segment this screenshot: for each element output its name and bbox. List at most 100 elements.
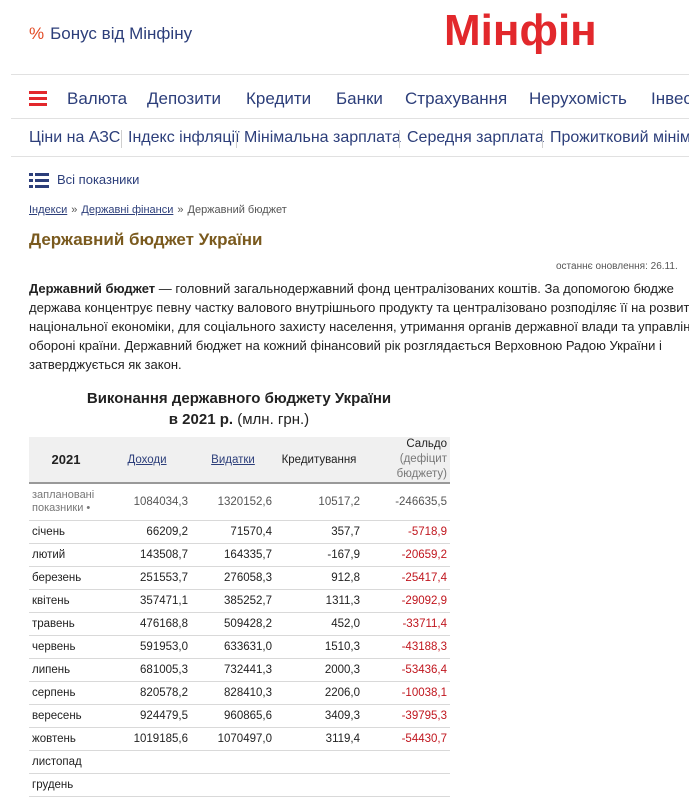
credit-cell: 1311,3: [275, 589, 363, 613]
saldo-cell: -10038,1: [363, 681, 450, 705]
nav-item-real-estate[interactable]: Нерухомість: [529, 89, 627, 109]
divider: [11, 118, 689, 119]
credit-cell: 3409,3: [275, 704, 363, 728]
credit-cell: 2206,0: [275, 681, 363, 705]
saldo-cell: -29092,9: [363, 589, 450, 613]
nav-item-credits[interactable]: Кредити: [246, 89, 311, 109]
breadcrumb: Індекси» Державні фінанси» Державний бюдже…: [29, 204, 287, 216]
saldo-cell: -25417,4: [363, 566, 450, 590]
credit-cell: [275, 750, 363, 774]
month-cell: грудень: [29, 773, 103, 797]
income-cell: 476168,8: [103, 612, 191, 636]
expenses-cell: [191, 773, 275, 797]
description-term: Державний бюджет: [29, 281, 156, 296]
site-logo[interactable]: Мінфін: [444, 6, 597, 56]
saldo-cell: -5718,9: [363, 520, 450, 544]
table-row: жовтень 1019185,6 1070497,0 3119,4 -54430,7: [29, 727, 450, 751]
caption-line1: Виконання державного бюджету України: [86, 390, 392, 407]
nav-item-avg-salary[interactable]: Середня зарплата: [407, 129, 544, 147]
nav-divider: [236, 130, 237, 148]
table-caption: Виконання державного бюджету України в 2…: [29, 388, 449, 430]
plan-expenses: 1320152,6: [191, 483, 275, 521]
expenses-cell: 732441,3: [191, 658, 275, 682]
credit-cell: 1510,3: [275, 635, 363, 659]
bonus-label: Бонус від Мінфіну: [50, 24, 193, 43]
table-row: березень 251553,7 276058,3 912,8 -25417,4: [29, 566, 450, 590]
saldo-cell: [363, 750, 450, 774]
income-cell: [103, 773, 191, 797]
table-row: серпень 820578,2 828410,3 2206,0 -10038,1: [29, 681, 450, 705]
table-row: червень 591953,0 633631,0 1510,3 -43188,3: [29, 635, 450, 659]
sort-income-link[interactable]: Доходи: [127, 454, 166, 466]
month-cell: лютий: [29, 543, 103, 567]
expenses-cell: 960865,6: [191, 704, 275, 728]
percent-icon: %: [29, 24, 45, 43]
income-cell: 681005,3: [103, 658, 191, 682]
plan-saldo: -246635,5: [363, 483, 450, 521]
month-cell: квітень: [29, 589, 103, 613]
page-title: Державний бюджет України: [29, 230, 263, 249]
expenses-cell: 385252,7: [191, 589, 275, 613]
caption-unit: (млн. грн.): [237, 411, 310, 428]
credit-cell: -167,9: [275, 543, 363, 567]
breadcrumb-indices[interactable]: Індекси: [29, 204, 67, 216]
divider: [11, 74, 689, 75]
table-row: травень 476168,8 509428,2 452,0 -33711,4: [29, 612, 450, 636]
saldo-cell: -53436,4: [363, 658, 450, 682]
table-row: вересень 924479,5 960865,6 3409,3 -39795,3: [29, 704, 450, 728]
sort-expenses-link[interactable]: Видатки: [211, 454, 255, 466]
nav-item-insurance[interactable]: Страхування: [405, 89, 507, 109]
expenses-cell: 1070497,0: [191, 727, 275, 751]
all-indicators-link[interactable]: Всі показники: [29, 172, 139, 189]
nav-item-inflation[interactable]: Індекс інфляції: [128, 129, 240, 147]
credit-cell: 2000,3: [275, 658, 363, 682]
month-cell: січень: [29, 520, 103, 544]
description: Державний бюджет — головний загальнодерж…: [29, 281, 689, 372]
income-cell: 143508,7: [103, 543, 191, 567]
income-cell: 357471,1: [103, 589, 191, 613]
bonus-link[interactable]: % Бонус від Мінфіну: [29, 24, 192, 44]
secondary-nav: Ціни на АЗС Індекс інфляції Мінімальна з…: [0, 120, 689, 156]
table-header-row: 2021 Доходи Видатки Кредитування Сальдо(…: [29, 437, 450, 484]
header-expenses: Видатки: [191, 437, 275, 484]
nav-item-subsistence[interactable]: Прожитковий мінім: [550, 129, 689, 147]
credit-cell: 357,7: [275, 520, 363, 544]
last-updated: останнє оновлення: 26.11.: [556, 261, 678, 272]
table-row: липень 681005,3 732441,3 2000,3 -53436,4: [29, 658, 450, 682]
header-income: Доходи: [103, 437, 191, 484]
nav-item-fuel-prices[interactable]: Ціни на АЗС: [29, 129, 120, 147]
income-cell: 591953,0: [103, 635, 191, 659]
nav-item-investments[interactable]: Інвес: [651, 89, 689, 109]
table-row: листопад: [29, 750, 450, 774]
saldo-cell: -39795,3: [363, 704, 450, 728]
breadcrumb-state-finance[interactable]: Державні фінанси: [81, 204, 173, 216]
nav-item-min-salary[interactable]: Мінімальна зарплата: [244, 129, 401, 147]
expenses-cell: 828410,3: [191, 681, 275, 705]
hamburger-menu-icon[interactable]: [29, 91, 47, 106]
nav-item-deposits[interactable]: Депозити: [147, 89, 221, 109]
credit-cell: [275, 773, 363, 797]
all-indicators-label: Всі показники: [57, 172, 140, 187]
month-cell: жовтень: [29, 727, 103, 751]
credit-cell: 3119,4: [275, 727, 363, 751]
table-row: січень 66209,2 71570,4 357,7 -5718,9: [29, 520, 450, 544]
credit-cell: 452,0: [275, 612, 363, 636]
income-cell: 1019185,6: [103, 727, 191, 751]
month-cell: липень: [29, 658, 103, 682]
table-row-plan: заплановані показники • 1084034,3 132015…: [29, 483, 450, 521]
table-row: лютий 143508,7 164335,7 -167,9 -20659,2: [29, 543, 450, 567]
nav-item-currency[interactable]: Валюта: [67, 89, 127, 109]
income-cell: 820578,2: [103, 681, 191, 705]
plan-label: заплановані показники •: [29, 483, 103, 521]
expenses-cell: 164335,7: [191, 543, 275, 567]
list-icon: [29, 172, 49, 189]
plan-income: 1084034,3: [103, 483, 191, 521]
month-cell: червень: [29, 635, 103, 659]
saldo-cell: -33711,4: [363, 612, 450, 636]
caption-line2: в 2021 р.: [168, 411, 234, 428]
nav-item-banks[interactable]: Банки: [336, 89, 383, 109]
header-year: 2021: [29, 437, 103, 484]
month-cell: травень: [29, 612, 103, 636]
header-credit: Кредитування: [275, 437, 363, 484]
header-saldo: Сальдо (дефіцит бюджету): [363, 437, 450, 484]
